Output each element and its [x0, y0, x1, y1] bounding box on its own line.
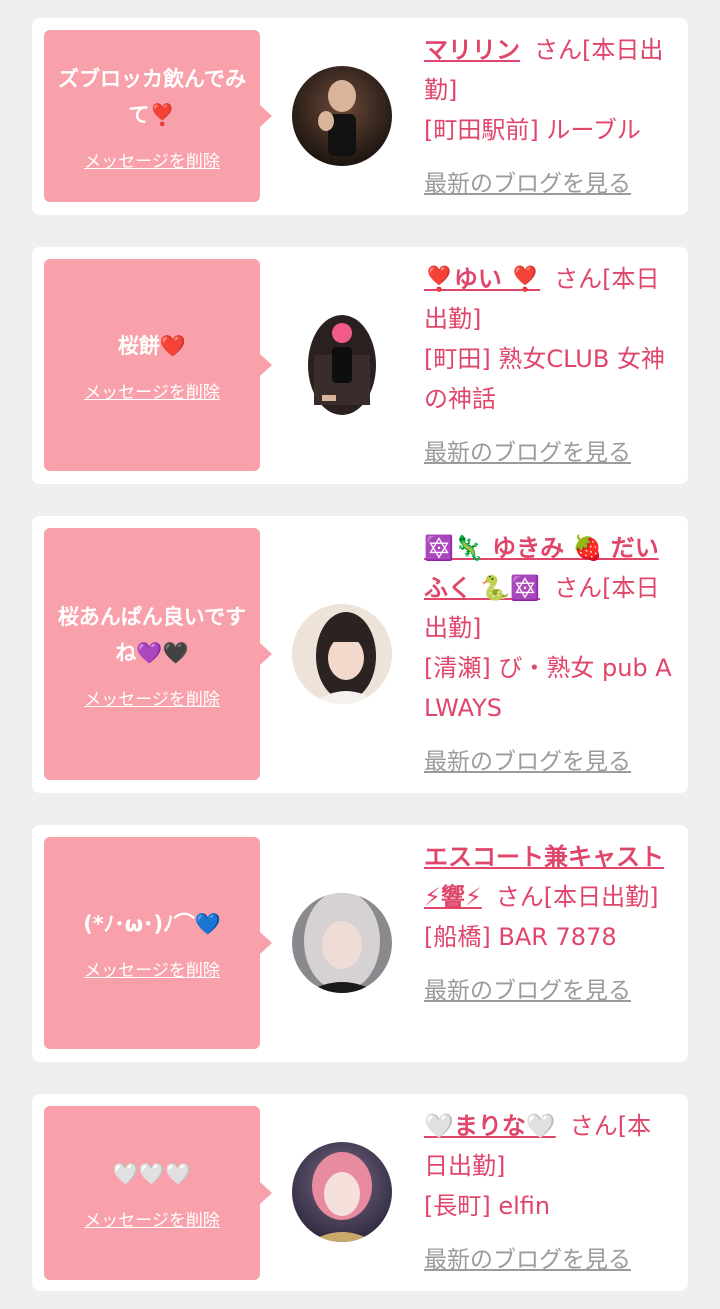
cast-info: 🤍まりな🤍 さん[本日出勤] [長町] elfin 最新のブログを見る	[424, 1106, 674, 1280]
cast-name-link[interactable]: 🤍まりな🤍	[424, 1112, 556, 1140]
avatar[interactable]	[292, 315, 392, 415]
avatar[interactable]	[292, 604, 392, 704]
message-card: ズブロッカ飲んでみて❣️ メッセージを削除 マリリン さん[本日出勤] [町田駅前…	[32, 18, 688, 215]
shop-text: [町田駅前] ルーブル	[424, 116, 641, 144]
latest-blog-link[interactable]: 最新のブログを見る	[424, 971, 674, 1011]
avatar-photo	[292, 604, 392, 704]
cast-info: 🔯🦎 ゆきみ 🍓 だいふく 🐍🔯 さん[本日出勤] [清瀬] び・熟女 pub A…	[424, 528, 674, 782]
cast-info: ❣️ゆい ❣️ さん[本日出勤] [町田] 熟女CLUB 女神の神話 最新のブログ…	[424, 259, 674, 473]
avatar-photo	[292, 1142, 392, 1242]
cast-name-link[interactable]: マリリン	[424, 36, 520, 64]
avatar-photo	[292, 315, 392, 415]
delete-message-link[interactable]: メッセージを削除	[84, 956, 220, 981]
avatar[interactable]	[292, 893, 392, 993]
message-text: 桜あんぱん良いですね💜🖤	[57, 604, 247, 665]
latest-blog-link[interactable]: 最新のブログを見る	[424, 433, 674, 473]
latest-blog-link[interactable]: 最新のブログを見る	[424, 1240, 674, 1280]
cast-info: マリリン さん[本日出勤] [町田駅前] ルーブル 最新のブログを見る	[424, 30, 674, 204]
avatar[interactable]	[292, 1142, 392, 1242]
message-bubble: ズブロッカ飲んでみて❣️ メッセージを削除	[44, 30, 272, 202]
message-bubble: 🤍🤍🤍 メッセージを削除	[44, 1106, 272, 1280]
message-bubble: 桜餅❤️ メッセージを削除	[44, 259, 272, 471]
delete-message-link[interactable]: メッセージを削除	[84, 378, 220, 403]
message-bubble: 桜あんぱん良いですね💜🖤 メッセージを削除	[44, 528, 272, 780]
shop-text: [船橋] BAR 7878	[424, 923, 617, 951]
shop-text: [清瀬] び・熟女 pub ALWAYS	[424, 654, 672, 722]
avatar-photo	[292, 66, 392, 166]
delete-message-link[interactable]: メッセージを削除	[84, 147, 220, 172]
delete-message-link[interactable]: メッセージを削除	[84, 1206, 220, 1231]
cast-info: エスコート兼キャスト⚡響⚡ さん[本日出勤] [船橋] BAR 7878 最新のブ…	[424, 837, 674, 1011]
delete-message-link[interactable]: メッセージを削除	[84, 685, 220, 710]
message-card: 🤍🤍🤍 メッセージを削除 🤍まりな🤍 さん[本日出勤] [長町] elfin 最新…	[32, 1094, 688, 1291]
shop-text: [長町] elfin	[424, 1192, 551, 1220]
status-text: さん[本日出勤]	[495, 883, 659, 911]
message-card: (*ﾉ･ω･)ﾉ⌒💙 メッセージを削除 エスコート兼キャスト⚡響⚡ さん[本日出勤…	[32, 825, 688, 1062]
cast-name-link[interactable]: ❣️ゆい ❣️	[424, 265, 540, 293]
message-bubble: (*ﾉ･ω･)ﾉ⌒💙 メッセージを削除	[44, 837, 272, 1049]
message-card: 桜あんぱん良いですね💜🖤 メッセージを削除 🔯🦎 ゆきみ 🍓 だいふく 🐍🔯 さん…	[32, 516, 688, 793]
message-text: ズブロッカ飲んでみて❣️	[58, 66, 246, 127]
shop-text: [町田] 熟女CLUB 女神の神話	[424, 345, 665, 413]
message-text: (*ﾉ･ω･)ﾉ⌒💙	[83, 911, 221, 936]
avatar[interactable]	[292, 66, 392, 166]
latest-blog-link[interactable]: 最新のブログを見る	[424, 742, 674, 782]
message-card: 桜餅❤️ メッセージを削除 ❣️ゆい ❣️ さん[本日出勤] [町田] 熟女CLU…	[32, 247, 688, 484]
avatar-photo	[292, 893, 392, 993]
latest-blog-link[interactable]: 最新のブログを見る	[424, 164, 674, 204]
message-text: 🤍🤍🤍	[112, 1161, 192, 1186]
message-text: 桜餅❤️	[117, 333, 187, 358]
